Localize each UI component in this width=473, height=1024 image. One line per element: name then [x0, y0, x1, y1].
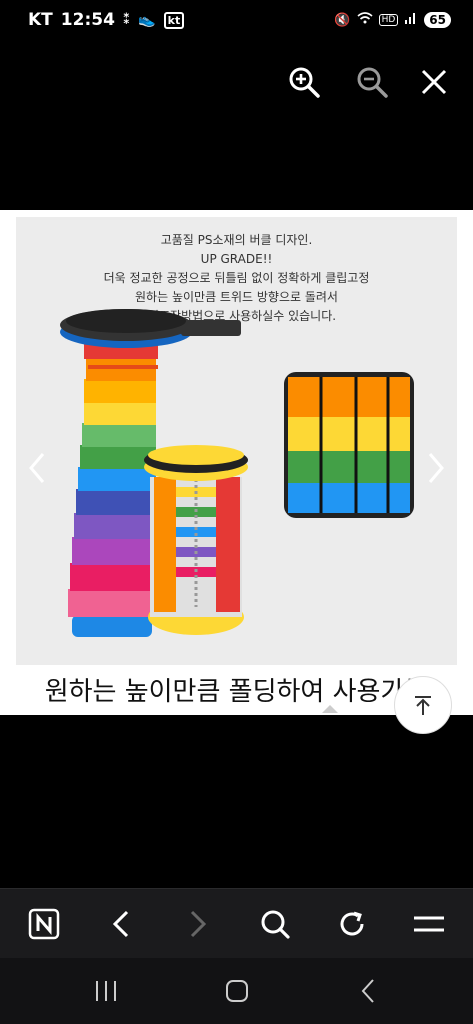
zoom-in-button[interactable]	[284, 60, 324, 104]
back-button[interactable]	[96, 899, 146, 949]
reload-icon	[340, 911, 364, 935]
arrow-up-icon	[415, 696, 431, 715]
zoom-out-icon	[357, 67, 388, 98]
carrier-label: KT	[28, 10, 53, 30]
notification-icon: ⁑	[122, 12, 131, 28]
forward-icon	[191, 910, 207, 937]
chevron-right-icon	[428, 453, 444, 483]
clock: 12:54	[60, 10, 115, 30]
zoom-in-icon	[289, 67, 320, 98]
kt-app-icon: kt	[163, 11, 185, 29]
menu-icon	[413, 916, 444, 931]
naver-icon	[29, 908, 60, 939]
product-image: 고품질 PS소재의 버클 디자인. UP GRADE!! 더욱 정교한 공정으로…	[16, 217, 457, 665]
small-stool	[144, 445, 248, 635]
chevron-left-icon	[29, 453, 45, 483]
naver-home-button[interactable]	[19, 899, 69, 949]
buckle-detail-inset	[284, 372, 414, 518]
menu-button[interactable]	[404, 899, 454, 949]
close-icon	[421, 69, 447, 95]
status-left: KT 12:54 ⁑ 👟 kt	[28, 10, 185, 30]
mute-icon: 🔇	[334, 12, 351, 28]
shoe-icon: 👟	[138, 12, 156, 28]
system-navigation-bar	[0, 958, 473, 1024]
recent-apps-icon	[95, 981, 116, 1001]
home-button[interactable]	[207, 966, 267, 1016]
signal-icon	[404, 11, 418, 29]
scroll-indicator	[322, 705, 338, 713]
zoom-out-button[interactable]	[352, 60, 392, 104]
home-icon	[225, 980, 248, 1002]
folding-stool-illustration	[60, 309, 414, 637]
battery-indicator: 65	[424, 12, 451, 28]
status-bar: KT 12:54 ⁑ 👟 kt 🔇 HD 65	[0, 0, 473, 40]
status-right: 🔇 HD 65	[334, 11, 451, 29]
forward-button[interactable]	[173, 899, 223, 949]
image-viewer-toolbar	[0, 60, 473, 104]
browser-toolbar	[0, 888, 473, 958]
wifi-icon	[357, 11, 373, 29]
search-icon	[261, 910, 290, 939]
close-button[interactable]	[414, 60, 454, 104]
recent-apps-button[interactable]	[76, 966, 136, 1016]
scroll-to-top-button[interactable]	[394, 676, 452, 734]
search-button[interactable]	[250, 899, 300, 949]
system-back-button[interactable]	[338, 966, 398, 1016]
previous-image-button[interactable]	[22, 448, 52, 488]
product-image-viewer[interactable]: 고품질 PS소재의 버클 디자인. UP GRADE!! 더욱 정교한 공정으로…	[0, 210, 473, 715]
next-image-button[interactable]	[421, 448, 451, 488]
system-back-icon	[361, 979, 374, 1003]
reload-button[interactable]	[327, 899, 377, 949]
back-icon	[113, 910, 129, 937]
hd-voice-icon: HD	[378, 14, 399, 26]
